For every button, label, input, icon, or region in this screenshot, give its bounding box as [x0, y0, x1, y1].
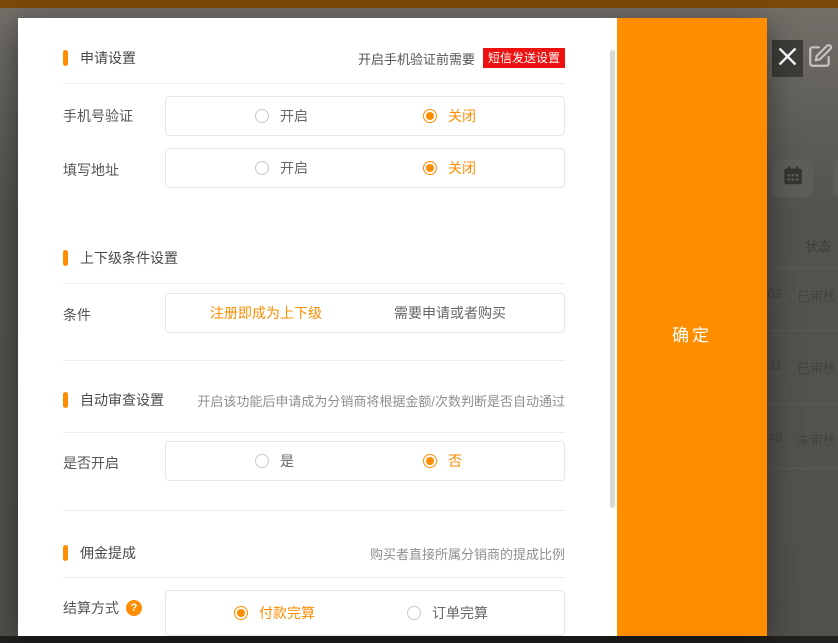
radio-label: 是	[280, 451, 294, 471]
section-accent-bar	[63, 392, 68, 408]
table-row: :31 已审核	[764, 358, 838, 377]
table-divider	[770, 403, 838, 404]
choice-group-condition: 注册即成为上下级 需要申请或者购买	[165, 293, 565, 333]
partial-button	[833, 160, 838, 197]
section-header-relation: 上下级条件设置	[63, 248, 565, 268]
section-note: 开启该功能后申请成为分销商将根据金额/次数判断是否自动通过	[197, 391, 565, 410]
edit-button[interactable]	[807, 45, 833, 71]
radio-label: 关闭	[448, 158, 476, 178]
radio-group-settlement: 付款完算 订单完算	[165, 590, 565, 636]
radio-label: 开启	[280, 158, 308, 178]
radio-icon	[234, 606, 248, 620]
divider	[63, 577, 565, 578]
edit-pencil-icon	[807, 43, 833, 74]
divider	[63, 83, 565, 84]
radio-option-off[interactable]: 关闭	[423, 149, 476, 187]
radio-icon	[423, 109, 437, 123]
radio-label: 订单完算	[432, 603, 488, 623]
field-label-enabled: 是否开启	[63, 453, 119, 473]
close-icon	[777, 46, 798, 72]
confirm-button[interactable]: 确定	[617, 321, 767, 346]
field-label-phone-verify: 手机号验证	[63, 106, 133, 126]
close-button[interactable]	[772, 40, 803, 77]
calendar-button	[772, 160, 813, 197]
section-header-commission: 佣金提成 购买者直接所属分销商的提成比例	[63, 543, 565, 563]
table-divider	[770, 468, 838, 469]
radio-option-on[interactable]: 开启	[255, 149, 308, 187]
section-title: 申请设置	[80, 48, 136, 68]
radio-icon	[423, 161, 437, 175]
radio-icon	[407, 606, 421, 620]
help-icon[interactable]: ?	[126, 600, 142, 616]
radio-icon	[255, 161, 269, 175]
settings-dialog: 申请设置 开启手机验证前需要 短信发送设置 手机号验证 开启 关闭 填写地址 开…	[18, 18, 767, 636]
confirm-panel[interactable]: 确定	[617, 18, 767, 636]
field-label-settlement: 结算方式 ?	[63, 598, 142, 618]
radio-option-no[interactable]: 否	[423, 442, 462, 480]
row-status: 已审核	[797, 286, 836, 305]
radio-label: 付款完算	[259, 603, 315, 623]
table-divider	[770, 268, 838, 269]
radio-label: 开启	[280, 106, 308, 126]
radio-option-order-settle[interactable]: 订单完算	[407, 591, 488, 635]
divider	[63, 360, 565, 361]
radio-group-enabled: 是 否	[165, 441, 565, 481]
calendar-icon	[782, 165, 804, 192]
section-accent-bar	[63, 545, 68, 561]
radio-option-yes[interactable]: 是	[255, 442, 294, 480]
radio-icon	[423, 454, 437, 468]
section-header-auto-review: 自动审查设置 开启该功能后申请成为分销商将根据金额/次数判断是否自动通过	[63, 390, 565, 410]
table-row: :48 未审核	[764, 430, 838, 449]
divider	[63, 432, 565, 433]
section-title: 自动审查设置	[80, 390, 164, 410]
radio-label: 关闭	[448, 106, 476, 126]
section-title: 佣金提成	[80, 543, 136, 563]
section-accent-bar	[63, 50, 68, 66]
table-column-status: 状态	[805, 236, 831, 255]
section-title: 上下级条件设置	[80, 248, 178, 268]
row-status: 未审核	[797, 430, 836, 449]
row-time: :48	[764, 430, 797, 449]
radio-option-pay-settle[interactable]: 付款完算	[234, 591, 315, 635]
radio-group-address: 开启 关闭	[165, 148, 565, 188]
row-status: 已审核	[797, 358, 836, 377]
divider	[63, 510, 565, 511]
table-row: :03 已审核	[764, 286, 838, 305]
section-header-apply: 申请设置 开启手机验证前需要 短信发送设置	[63, 48, 565, 68]
radio-option-on[interactable]: 开启	[255, 97, 308, 135]
field-label-text: 结算方式	[63, 598, 119, 618]
page-top-bar	[0, 0, 838, 8]
radio-icon	[255, 109, 269, 123]
table-divider	[770, 330, 838, 331]
section-accent-bar	[63, 250, 68, 266]
settings-form: 申请设置 开启手机验证前需要 短信发送设置 手机号验证 开启 关闭 填写地址 开…	[18, 18, 617, 636]
radio-icon	[255, 454, 269, 468]
page-bottom-strip	[0, 636, 838, 643]
row-time: :31	[764, 358, 797, 377]
choice-apply-or-buy[interactable]: 需要申请或者购买	[394, 294, 506, 332]
divider	[63, 283, 565, 284]
scrollbar-thumb[interactable]	[610, 50, 615, 508]
choice-register[interactable]: 注册即成为上下级	[210, 294, 322, 332]
radio-label: 否	[448, 451, 462, 471]
sms-note-text: 开启手机验证前需要	[358, 49, 475, 68]
field-label-address: 填写地址	[63, 160, 119, 180]
radio-option-off[interactable]: 关闭	[423, 97, 476, 135]
section-note: 购买者直接所属分销商的提成比例	[370, 544, 565, 563]
field-label-condition: 条件	[63, 305, 91, 325]
row-time: :03	[764, 286, 797, 305]
radio-group-phone-verify: 开启 关闭	[165, 96, 565, 136]
sms-settings-badge[interactable]: 短信发送设置	[483, 48, 565, 68]
